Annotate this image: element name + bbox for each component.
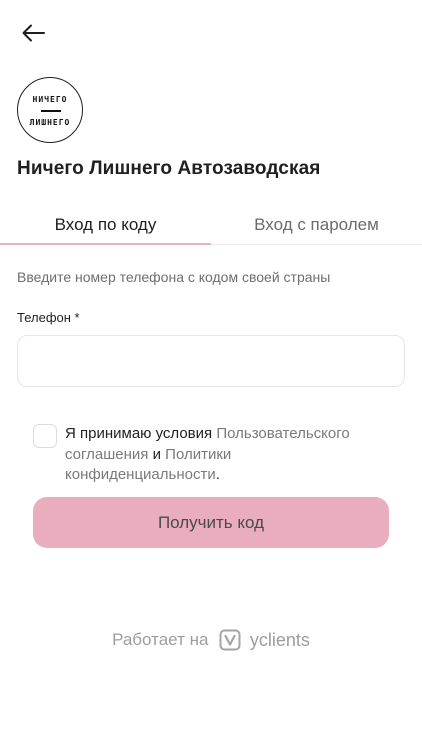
- company-name: Ничего Лишнего Автозаводская: [17, 158, 321, 179]
- logo-text-top: НИЧЕГО: [32, 95, 68, 104]
- tab-code-login[interactable]: Вход по коду: [0, 205, 211, 245]
- active-tab-indicator: [0, 243, 211, 245]
- logo-divider: [41, 110, 61, 112]
- get-code-button[interactable]: Получить код: [33, 497, 389, 548]
- phone-label: Телефон *: [17, 310, 80, 325]
- agreement-middle: и: [152, 445, 161, 463]
- powered-by-footer: Работает на yclients: [0, 629, 422, 655]
- agreement-text: Я принимаю условия Пользовательского сог…: [65, 424, 375, 486]
- logo-text-bottom: ЛИШНЕГО: [29, 118, 71, 127]
- agreement-suffix: .: [215, 466, 220, 483]
- agree-checkbox[interactable]: [33, 424, 57, 448]
- login-tabs: Вход по коду Вход с паролем: [0, 205, 422, 245]
- arrow-left-icon: [22, 24, 45, 42]
- tab-password-login[interactable]: Вход с паролем: [211, 205, 422, 245]
- phone-hint: Введите номер телефона с кодом своей стр…: [17, 269, 331, 285]
- powered-by-text: Работает на: [112, 630, 209, 649]
- company-logo: НИЧЕГО ЛИШНЕГО: [17, 77, 83, 143]
- back-button[interactable]: [20, 22, 46, 44]
- yclients-logo-icon: [219, 629, 241, 651]
- yclients-brand-name[interactable]: yclients: [250, 630, 310, 651]
- agreement-prefix: Я принимаю условия: [65, 425, 213, 442]
- phone-input[interactable]: [17, 335, 405, 387]
